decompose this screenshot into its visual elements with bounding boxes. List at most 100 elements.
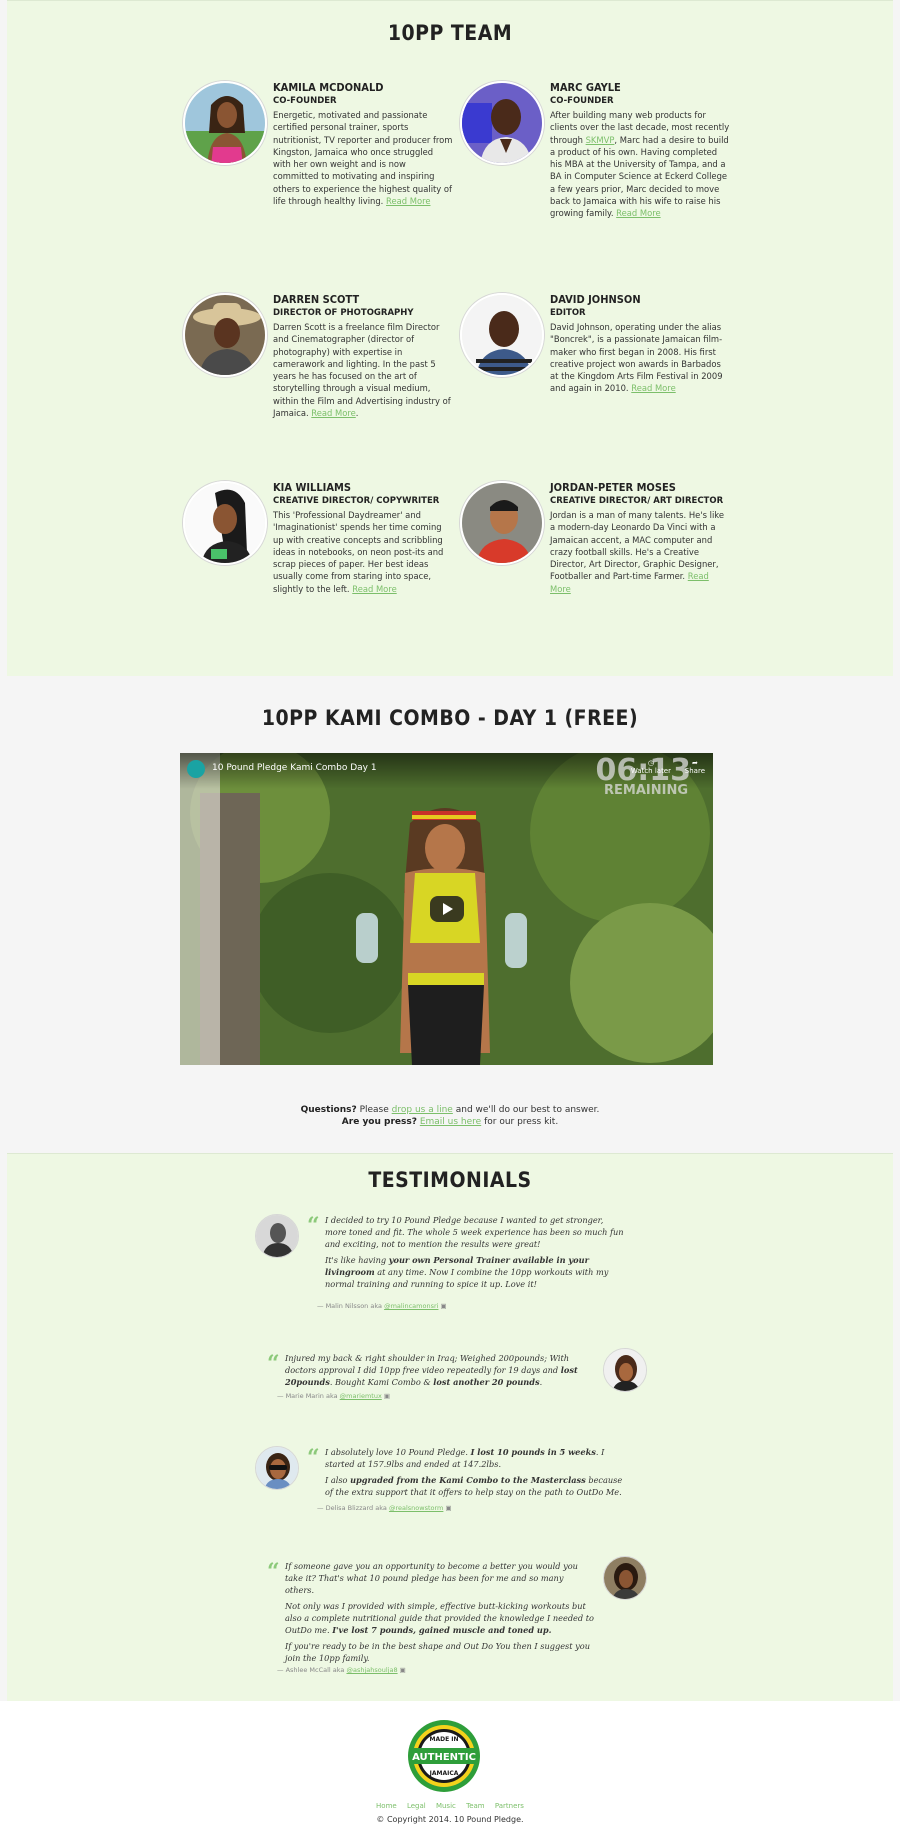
avatar-david [460, 293, 544, 377]
footer-link-home[interactable]: Home [376, 1802, 397, 1810]
footer-link-partners[interactable]: Partners [495, 1802, 524, 1810]
testimonial-1: “ I decided to try 10 Pound Pledge becau… [255, 1214, 635, 1314]
footer-link-music[interactable]: Music [436, 1802, 456, 1810]
skmvp-link[interactable]: SKMVP [586, 135, 615, 145]
video-section-title: 10PP KAMI COMBO - DAY 1 (FREE) [261, 706, 639, 730]
watch-later-button[interactable]: ◷ Watch later [631, 759, 671, 775]
video-section: 10PP KAMI COMBO - DAY 1 (FREE) 10 Pound … [0, 676, 900, 1153]
video-player[interactable]: 10 Pound Pledge Kami Combo Day 1 06:13 R… [180, 753, 713, 1065]
questions-pre: Please [359, 1105, 389, 1115]
member-bio: Darren Scott is a freelance film Directo… [273, 322, 451, 419]
testimonial-2: “ Injured my back & right shoulder in Ir… [267, 1348, 647, 1412]
member-name: DAVID JOHNSON [550, 293, 641, 306]
testimonial-paragraph: If someone gave you an opportunity to be… [285, 1561, 578, 1595]
play-button[interactable] [430, 896, 464, 922]
instagram-icon: ▣ [399, 1666, 406, 1674]
author-handle-link[interactable]: @mariemtux [340, 1392, 382, 1400]
read-more-link[interactable]: Read More [311, 408, 355, 418]
testimonial-author: — Ashlee McCall aka @ashjahsoulja8 ▣ [277, 1666, 406, 1674]
instagram-icon: ▣ [445, 1504, 452, 1512]
author-handle-link[interactable]: @malincamonsri [384, 1302, 438, 1310]
read-more-link[interactable]: Read More [352, 584, 396, 594]
email-us-link[interactable]: Email us here [420, 1117, 481, 1127]
page: 10PP TEAM KAMILA MCDONALD CO-FOUNDER Ene… [0, 0, 900, 1842]
channel-icon[interactable] [187, 760, 205, 778]
read-more-link[interactable]: Read More [631, 383, 675, 393]
quote-mark-icon: “ [267, 1351, 280, 1377]
share-button[interactable]: ➦ Share [685, 759, 705, 775]
testimonial-paragraph: It's like having your own Personal Train… [325, 1254, 625, 1290]
member-role: CREATIVE DIRECTOR/ ART DIRECTOR [550, 496, 724, 506]
quote-mark-icon: “ [307, 1213, 320, 1239]
author-handle-link[interactable]: @realsnowstorm [389, 1504, 443, 1512]
testimonial-paragraph: If you're ready to be in the best shape … [285, 1641, 590, 1663]
testimonial-4: “ If someone gave you an opportunity to … [267, 1556, 647, 1674]
avatar-malin [255, 1214, 299, 1258]
testimonials-title: TESTIMONIALS [368, 1168, 532, 1192]
member-name: KAMILA MCDONALD [273, 81, 384, 94]
highlight: I've lost 7 pounds, gained muscle and to… [332, 1625, 552, 1635]
footer-link-legal[interactable]: Legal [407, 1802, 426, 1810]
video-title[interactable]: 10 Pound Pledge Kami Combo Day 1 [212, 763, 377, 773]
testimonials-section: TESTIMONIALS “ I decided to try 10 Pound… [7, 1153, 893, 1701]
member-role: CREATIVE DIRECTOR/ COPYWRITER [273, 496, 440, 506]
member-name: MARC GAYLE [550, 81, 621, 94]
member-bio: After building many web products for cli… [550, 109, 730, 220]
avatar-darren [183, 293, 267, 377]
team-title: 10PP TEAM [387, 21, 513, 45]
member-role: EDITOR [550, 308, 586, 318]
footer-link-team[interactable]: Team [466, 1802, 485, 1810]
highlight: I lost 10 pounds in 5 weeks [470, 1447, 596, 1457]
testimonial-text: I absolutely love 10 Pound Pledge. I los… [325, 1446, 625, 1502]
avatar-kia [183, 481, 267, 565]
press-post: for our press kit. [484, 1117, 559, 1127]
member-bio-text: This 'Professional Daydreamer' and 'Imag… [273, 510, 444, 594]
text: . [539, 1377, 543, 1387]
text: I absolutely love 10 Pound Pledge. [325, 1447, 469, 1457]
testimonial-paragraph: I also upgraded from the Kami Combo to t… [325, 1474, 625, 1498]
testimonial-paragraph: I decided to try 10 Pound Pledge because… [325, 1215, 624, 1249]
quote-mark-icon: “ [267, 1559, 280, 1585]
member-bio-text: , Marc had a desire to build a product o… [550, 134, 729, 219]
member-name: JORDAN-PETER MOSES [550, 481, 676, 494]
made-in-jamaica-badge: MADE IN AUTHENTIC JAMAICA [408, 1720, 480, 1792]
watch-later-label: Watch later [630, 767, 671, 775]
avatar-marc [460, 81, 544, 165]
author-handle-link[interactable]: @ashjahsoulja8 [346, 1666, 397, 1674]
testimonial-author: — Malin Nilsson aka @malincamonsri ▣ [317, 1302, 447, 1310]
read-more-link[interactable]: Read More [616, 208, 660, 218]
press-line: Are you press? Email us here for our pre… [0, 1116, 900, 1128]
testimonial-paragraph: I absolutely love 10 Pound Pledge. I los… [325, 1446, 625, 1470]
member-role: CO-FOUNDER [550, 96, 614, 106]
share-label: Share [684, 767, 705, 775]
footer: MADE IN AUTHENTIC JAMAICA Home Legal Mus… [0, 1701, 900, 1842]
author-name: — Marie Marin aka [277, 1392, 338, 1400]
testimonial-text: Injured my back & right shoulder in Iraq… [285, 1352, 595, 1392]
avatar-jordan [460, 481, 544, 565]
drop-us-a-line-link[interactable]: drop us a line [392, 1105, 453, 1115]
member-bio: David Johnson, operating under the alias… [550, 321, 730, 395]
copyright: © Copyright 2014. 10 Pound Pledge. [376, 1815, 524, 1824]
avatar-ashlee [603, 1556, 647, 1600]
badge-top-text: MADE IN [429, 1736, 458, 1743]
member-bio: This 'Professional Daydreamer' and 'Imag… [273, 509, 453, 595]
clock-icon: ◷ [647, 759, 654, 767]
text: It's like having [325, 1255, 387, 1265]
testimonial-author: — Delisa Blizzard aka @realsnowstorm ▣ [317, 1504, 452, 1512]
badge-mid-text: AUTHENTIC [412, 1752, 476, 1763]
highlight: upgraded from the Kami Combo to the Mast… [350, 1475, 586, 1485]
testimonial-text: I decided to try 10 Pound Pledge because… [325, 1214, 625, 1294]
avatar-delisa [255, 1446, 299, 1490]
member-name: KIA WILLIAMS [273, 481, 351, 494]
share-icon: ➦ [691, 759, 698, 767]
video-timer-label: REMAINING [604, 783, 688, 798]
text: I also [325, 1475, 348, 1485]
contact-text: Questions? Please drop us a line and we'… [0, 1104, 900, 1128]
author-name: — Ashlee McCall aka [277, 1666, 345, 1674]
member-bio-text: Darren Scott is a freelance film Directo… [273, 322, 451, 419]
read-more-link[interactable]: Read More [386, 196, 430, 206]
instagram-icon: ▣ [383, 1392, 391, 1400]
testimonial-text: If someone gave you an opportunity to be… [285, 1560, 595, 1668]
member-name: DARREN SCOTT [273, 293, 360, 306]
avatar-kamila [183, 81, 267, 165]
